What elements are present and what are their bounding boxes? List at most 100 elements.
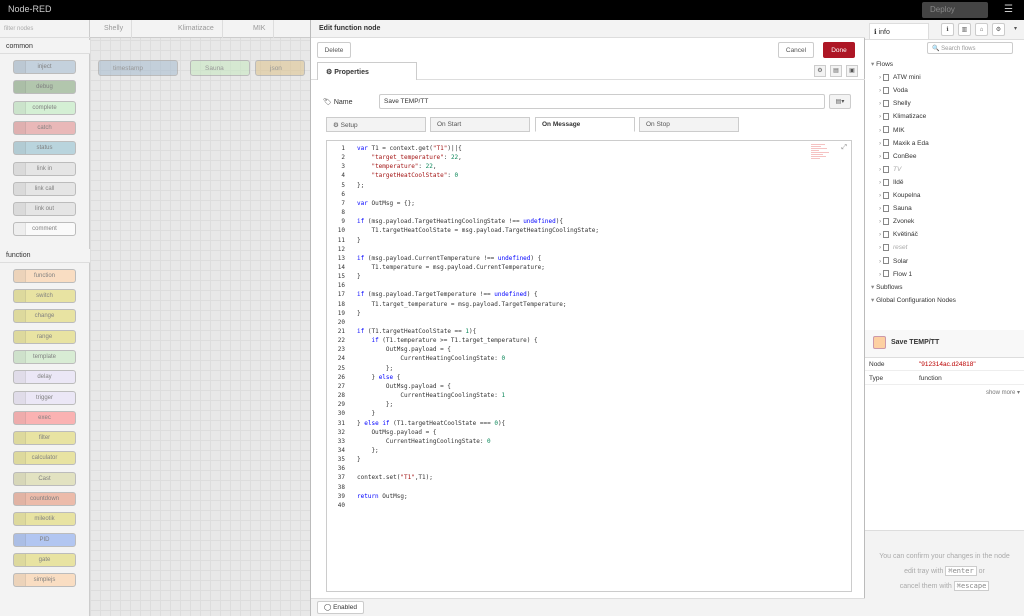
tab-klimatizace[interactable]: Klimatizace: [170, 20, 223, 38]
palette-node-link-out[interactable]: link out: [13, 202, 76, 217]
flow-item[interactable]: › Koupelna: [865, 189, 1024, 202]
flow-item[interactable]: › Flow 1: [865, 268, 1024, 281]
palette-node-complete[interactable]: complete: [13, 100, 76, 115]
node-sauna[interactable]: Sauna: [190, 60, 250, 76]
code-editor[interactable]: 1 2 3 4 5 6 7 8 9 10 11 12 13 14 15 16 17 18 19 20 21 22 23 24 2…: [326, 140, 852, 592]
palette-node-comment[interactable]: comment: [13, 222, 76, 237]
code-line[interactable]: } else if (T1.targetHeatCoolState === 0)…: [357, 420, 505, 427]
tab-shelly[interactable]: Shelly: [96, 20, 133, 38]
palette-node-countdown[interactable]: countdown: [13, 492, 76, 506]
palette-node-link-call[interactable]: link call: [13, 181, 76, 196]
code-line[interactable]: } else {: [357, 374, 400, 381]
context-icon[interactable]: ⌂: [975, 23, 988, 36]
flow-item[interactable]: › Květináč: [865, 228, 1024, 241]
delete-button[interactable]: Delete: [317, 42, 351, 58]
description-icon[interactable]: ▤: [830, 65, 842, 77]
flow-item[interactable]: › reset: [865, 241, 1024, 254]
code-line[interactable]: OutMsg.payload = {: [357, 429, 436, 436]
flow-item[interactable]: › Maxik a Eda: [865, 137, 1024, 150]
flow-item[interactable]: › Sauna: [865, 202, 1024, 215]
code-line[interactable]: };: [357, 365, 393, 372]
done-button[interactable]: Done: [823, 42, 855, 58]
palette-node-mileotik[interactable]: mileotik: [13, 512, 76, 527]
code-line[interactable]: }: [357, 273, 361, 280]
code-line[interactable]: OutMsg.payload = {: [357, 346, 451, 353]
code-line[interactable]: T1.targetHeatCoolState = msg.payload.Tar…: [357, 227, 599, 234]
code-line[interactable]: "temperature": 22,: [357, 163, 436, 170]
code-line[interactable]: if (msg.payload.CurrentTemperature !== u…: [357, 255, 541, 262]
tree-subflows[interactable]: ▾ Subflows: [865, 281, 1024, 294]
palette-node-simplejs[interactable]: simplejs: [13, 573, 76, 588]
code-line[interactable]: }: [357, 310, 361, 317]
palette-node-function[interactable]: function: [13, 268, 76, 283]
tab-on-start[interactable]: On Start: [430, 117, 530, 132]
palette-node-status[interactable]: status: [13, 141, 76, 156]
tab-info[interactable]: ℹ info: [869, 23, 929, 39]
code-line[interactable]: if (msg.payload.TargetHeatingCoolingStat…: [357, 218, 563, 225]
hamburger-icon[interactable]: ☰: [1004, 4, 1013, 15]
tab-setup[interactable]: ⚙ Setup: [326, 117, 426, 132]
flow-item[interactable]: › ConBee: [865, 150, 1024, 163]
code-line[interactable]: if (T1.targetHeatCoolState == 1){: [357, 328, 476, 335]
code-line[interactable]: }: [357, 237, 361, 244]
tab-mik[interactable]: MIK: [245, 20, 275, 38]
tab-properties[interactable]: ⚙ Properties: [317, 62, 417, 80]
gear-icon[interactable]: ⚙: [992, 23, 1005, 36]
code-line[interactable]: }: [357, 410, 375, 417]
flow-item[interactable]: › ATW mini: [865, 71, 1024, 84]
palette-node-switch[interactable]: switch: [13, 289, 76, 303]
code-line[interactable]: var T1 = context.get("T1")||{: [357, 145, 462, 152]
expand-icon[interactable]: ⤢: [841, 143, 847, 152]
palette-node-exec[interactable]: exec: [13, 410, 76, 425]
flow-item[interactable]: › Ildě: [865, 176, 1024, 189]
tree-global-config[interactable]: ▾ Global Configuration Nodes: [865, 294, 1024, 307]
cancel-button[interactable]: Cancel: [778, 42, 814, 58]
code-line[interactable]: }: [357, 456, 361, 463]
code-line[interactable]: };: [357, 401, 393, 408]
flow-item[interactable]: › Shelly: [865, 97, 1024, 110]
name-input[interactable]: Save TEMP/TT: [379, 94, 825, 109]
code-line[interactable]: CurrentHeatingCoolingState: 0: [357, 355, 505, 362]
node-timestamp[interactable]: timestamp: [98, 60, 178, 76]
code-line[interactable]: "target_temperature": 22,: [357, 154, 461, 161]
palette-node-inject[interactable]: inject: [13, 60, 76, 74]
code-line[interactable]: };: [357, 182, 364, 189]
node-json[interactable]: json: [255, 60, 305, 76]
enabled-toggle[interactable]: ◯ Enabled: [317, 601, 364, 614]
code-minimap[interactable]: [811, 143, 833, 183]
book-icon[interactable]: ▥: [958, 23, 971, 36]
code-line[interactable]: "targetHeatCoolState": 0: [357, 172, 458, 179]
palette-node-debug[interactable]: debug: [13, 80, 76, 95]
code-line[interactable]: var OutMsg = {};: [357, 200, 415, 207]
flow-item[interactable]: › TV: [865, 163, 1024, 176]
deploy-button[interactable]: Deploy: [922, 2, 988, 18]
palette-node-trigger[interactable]: trigger: [13, 390, 76, 405]
show-more-link[interactable]: show more ▾: [986, 389, 1020, 396]
code-line[interactable]: if (T1.temperature >= T1.target_temperat…: [357, 337, 537, 344]
flow-item[interactable]: › Solar: [865, 255, 1024, 268]
flow-item[interactable]: › Voda: [865, 84, 1024, 97]
palette-node-cast[interactable]: Cast: [13, 471, 76, 486]
code-line[interactable]: CurrentHeatingCoolingState: 0: [357, 438, 491, 445]
palette-node-change[interactable]: change: [13, 309, 76, 324]
search-flows-input[interactable]: 🔍 Search flows: [927, 42, 1013, 54]
tab-on-message[interactable]: On Message: [535, 117, 635, 132]
palette-node-catch[interactable]: catch: [13, 120, 76, 135]
category-function[interactable]: function: [0, 248, 90, 263]
flow-item[interactable]: › Zvonek: [865, 215, 1024, 228]
palette-node-template[interactable]: template: [13, 349, 76, 364]
icon-picker-button[interactable]: ▤▾: [829, 94, 851, 109]
tree-flows[interactable]: ▾ Flows: [865, 58, 1024, 71]
code-line[interactable]: };: [357, 447, 378, 454]
code-line[interactable]: T1.temperature = msg.payload.CurrentTemp…: [357, 264, 544, 271]
palette-node-range[interactable]: range: [13, 329, 76, 344]
palette-node-link-in[interactable]: link in: [13, 161, 76, 176]
category-common[interactable]: common: [0, 40, 90, 54]
code-line[interactable]: return OutMsg;: [357, 493, 408, 500]
palette-node-calculator[interactable]: calculator: [13, 451, 76, 466]
palette-node-delay[interactable]: delay: [13, 370, 76, 385]
code-line[interactable]: context.set("T1",T1);: [357, 474, 433, 481]
code-line[interactable]: OutMsg.payload = {: [357, 383, 451, 390]
flow-item[interactable]: › MIK: [865, 124, 1024, 137]
flow-item[interactable]: › Klimatizace: [865, 110, 1024, 123]
